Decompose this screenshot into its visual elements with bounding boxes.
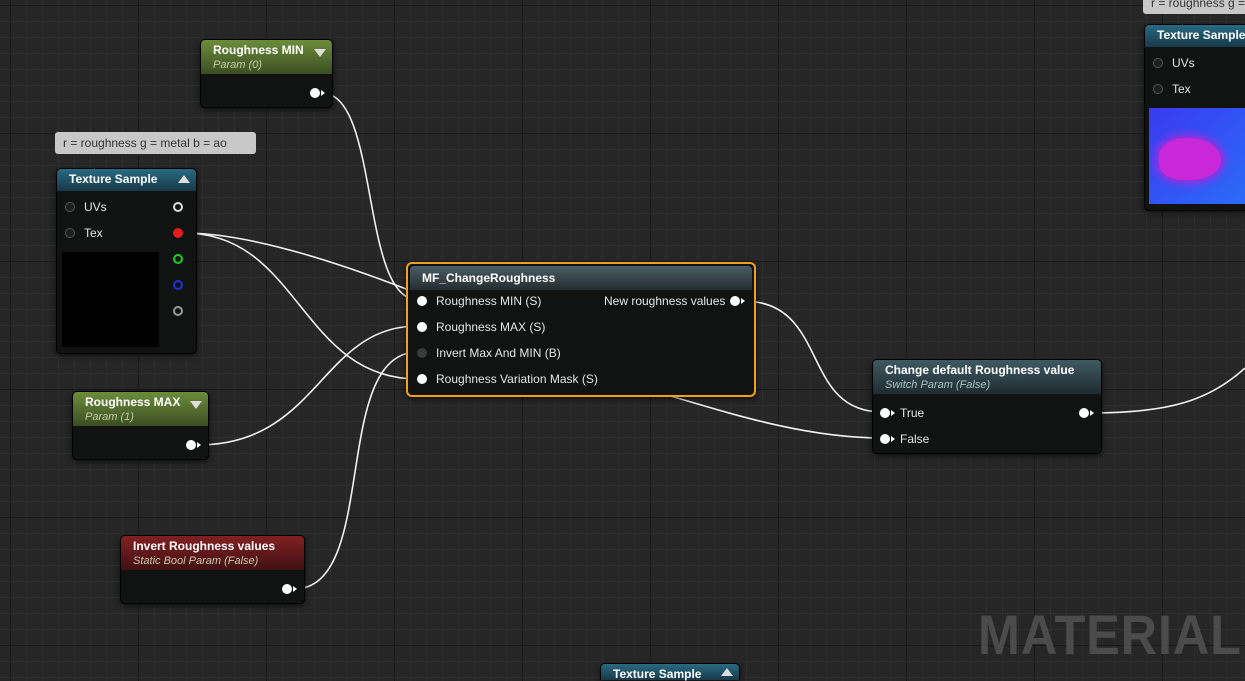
- input-arrow-icon: [891, 436, 895, 442]
- invert-roughness-subtitle: Static Bool Param (False): [133, 555, 259, 567]
- texture-preview-right: [1149, 108, 1245, 204]
- output-arrow-icon: [197, 442, 201, 448]
- roughness-max-s-input-pin[interactable]: [417, 322, 427, 332]
- comment-text-top-right: r = roughness g =: [1151, 0, 1245, 10]
- input-arrow-icon: [891, 410, 895, 416]
- tex-label: Tex: [84, 226, 103, 240]
- tex-input-pin[interactable]: [65, 228, 75, 238]
- uvs-label: UVs: [84, 200, 107, 214]
- uvs-label-right: UVs: [1172, 56, 1195, 70]
- variation-mask-input-pin[interactable]: [417, 374, 427, 384]
- texture-sample-left-header[interactable]: Texture Sample: [57, 169, 196, 191]
- wire-mf-to-switch-true: [742, 300, 883, 413]
- roughness-max-output-pin[interactable]: [186, 440, 196, 450]
- output-arrow-icon: [1090, 410, 1094, 416]
- wire-invert-to-mf: [293, 351, 419, 590]
- g-output-pin[interactable]: [173, 254, 183, 264]
- switch-param-header[interactable]: Change default Roughness value Switch Pa…: [873, 360, 1101, 394]
- invert-roughness-title: Invert Roughness values: [133, 539, 276, 553]
- texture-sample-left-title: Texture Sample: [69, 172, 158, 186]
- new-roughness-output-pin[interactable]: [730, 296, 740, 306]
- texture-sample-right-node[interactable]: Texture Sample: [1144, 24, 1245, 211]
- variation-mask-label: Roughness Variation Mask (S): [436, 372, 598, 386]
- output-arrow-icon: [321, 90, 325, 96]
- collapse-arrow-icon[interactable]: [314, 49, 326, 57]
- comment-bubble-top-right[interactable]: r = roughness g =: [1143, 0, 1245, 14]
- uvs-input-pin-right[interactable]: [1153, 58, 1163, 68]
- switch-param-title: Change default Roughness value: [885, 363, 1075, 377]
- comment-text: r = roughness g = metal b = ao: [63, 136, 227, 150]
- texture-sample-bottom-node[interactable]: Texture Sample: [600, 663, 740, 680]
- texture-sample-bottom-header[interactable]: Texture Sample: [601, 664, 739, 680]
- mf-change-roughness-title: MF_ChangeRoughness: [422, 271, 556, 285]
- uvs-input-pin[interactable]: [65, 202, 75, 212]
- invert-roughness-output-pin[interactable]: [282, 584, 292, 594]
- tex-label-right: Tex: [1172, 82, 1191, 96]
- wire-switch-out: [1090, 367, 1245, 414]
- collapse-arrow-icon[interactable]: [178, 175, 190, 183]
- false-input-pin[interactable]: [880, 434, 890, 444]
- invert-roughness-node[interactable]: Invert Roughness values Static Bool Para…: [120, 535, 305, 604]
- roughness-min-title: Roughness MIN: [213, 43, 304, 57]
- invert-b-input-pin[interactable]: [417, 348, 427, 358]
- roughness-min-subtitle: Param (0): [213, 59, 262, 71]
- roughness-max-s-label: Roughness MAX (S): [436, 320, 546, 334]
- roughness-max-header[interactable]: Roughness MAX Param (1): [73, 392, 208, 426]
- tex-input-pin-right[interactable]: [1153, 84, 1163, 94]
- switch-param-subtitle: Switch Param (False): [885, 379, 991, 391]
- new-roughness-output-label: New roughness values: [604, 294, 726, 308]
- true-input-pin[interactable]: [880, 408, 890, 418]
- b-output-pin[interactable]: [173, 280, 183, 290]
- wire-max-to-mf: [196, 325, 419, 446]
- invert-roughness-header[interactable]: Invert Roughness values Static Bool Para…: [121, 536, 304, 570]
- switch-output-pin[interactable]: [1079, 408, 1089, 418]
- texture-sample-right-title: Texture Sample: [1157, 28, 1245, 42]
- material-watermark: MATERIAL: [978, 603, 1242, 666]
- texture-sample-right-header[interactable]: Texture Sample: [1145, 25, 1245, 47]
- roughness-min-output-pin[interactable]: [310, 88, 320, 98]
- a-output-pin[interactable]: [173, 306, 183, 316]
- mf-change-roughness-header[interactable]: MF_ChangeRoughness: [410, 266, 752, 290]
- false-label: False: [900, 432, 930, 446]
- output-arrow-icon: [741, 298, 745, 304]
- roughness-max-subtitle: Param (1): [85, 411, 134, 423]
- output-arrow-icon: [293, 586, 297, 592]
- texture-blob: [1159, 138, 1221, 180]
- texture-preview: [62, 252, 159, 347]
- true-label: True: [900, 406, 925, 420]
- rgb-output-pin[interactable]: [173, 202, 183, 212]
- roughness-min-s-input-pin[interactable]: [417, 296, 427, 306]
- r-output-pin[interactable]: [173, 228, 183, 238]
- collapse-arrow-icon[interactable]: [190, 401, 202, 409]
- roughness-min-header[interactable]: Roughness MIN Param (0): [201, 40, 332, 74]
- collapse-arrow-icon[interactable]: [721, 668, 733, 676]
- roughness-min-s-label: Roughness MIN (S): [436, 294, 542, 308]
- comment-bubble[interactable]: r = roughness g = metal b = ao: [55, 132, 256, 154]
- wire-min-to-mf: [321, 92, 419, 301]
- invert-b-label: Invert Max And MIN (B): [436, 346, 561, 360]
- roughness-max-title: Roughness MAX: [85, 395, 181, 409]
